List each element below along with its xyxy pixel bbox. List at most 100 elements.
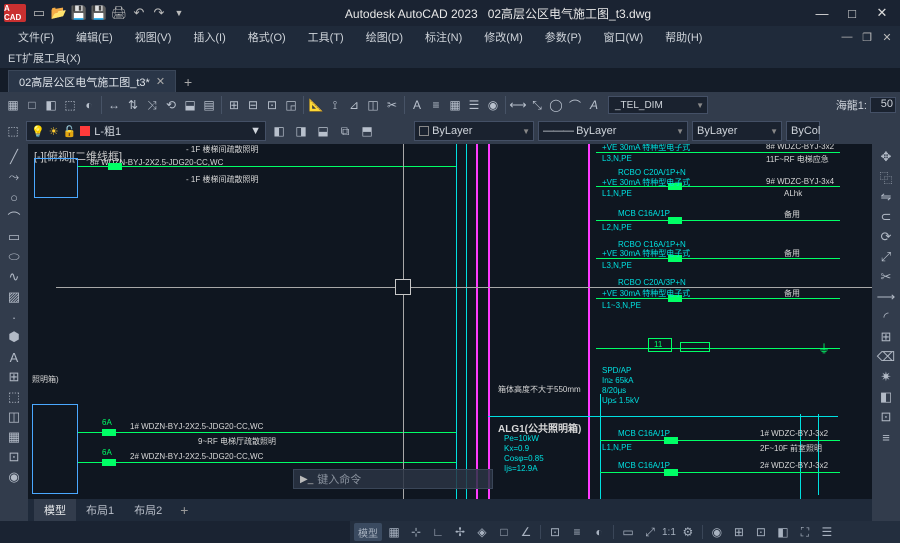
array-icon[interactable]: ⊞: [876, 328, 896, 346]
layer-tool-icon[interactable]: ⬒: [358, 122, 376, 140]
tool-icon[interactable]: ≡: [876, 428, 896, 446]
menu-window[interactable]: 窗口(W): [593, 26, 653, 48]
erase-icon[interactable]: ⌫: [876, 348, 896, 366]
dimstyle-dropdown[interactable]: _TEL_DIM▼: [608, 96, 708, 114]
file-tab-active[interactable]: 02高层公区电气施工图_t3* ✕: [8, 70, 176, 92]
tool-icon[interactable]: ⊿: [345, 96, 363, 114]
new-icon[interactable]: ▭: [30, 4, 48, 22]
tool-icon[interactable]: ⬚: [61, 96, 79, 114]
ortho-icon[interactable]: ∟: [428, 523, 448, 541]
status-icon[interactable]: ⊞: [729, 523, 749, 541]
tool-icon[interactable]: ⟟: [326, 96, 344, 114]
circle-icon[interactable]: ○: [4, 188, 24, 206]
dim-icon[interactable]: ⌒: [566, 96, 584, 114]
menu-draw[interactable]: 绘图(D): [356, 26, 413, 48]
menu-format[interactable]: 格式(O): [238, 26, 296, 48]
polar-icon[interactable]: ✢: [450, 523, 470, 541]
tool-icon[interactable]: 📐: [307, 96, 325, 114]
explode-icon[interactable]: ✷: [876, 368, 896, 386]
close-icon[interactable]: ✕: [868, 3, 896, 23]
undo-icon[interactable]: ↶: [130, 4, 148, 22]
customize-icon[interactable]: ☰: [817, 523, 837, 541]
tool-icon[interactable]: ⊞: [4, 368, 24, 386]
spline-icon[interactable]: ∿: [4, 268, 24, 286]
tool-icon[interactable]: ✂: [383, 96, 401, 114]
tool-icon[interactable]: ⤨: [143, 96, 161, 114]
snap-icon[interactable]: ⊹: [406, 523, 426, 541]
tool-icon[interactable]: ◉: [4, 468, 24, 486]
tab-close-icon[interactable]: ✕: [156, 75, 165, 88]
plotstyle-dropdown[interactable]: ByCol: [786, 121, 820, 141]
layout-tab-1[interactable]: 布局1: [76, 499, 124, 521]
point-icon[interactable]: ·: [4, 308, 24, 326]
tool-icon[interactable]: ◐: [80, 96, 98, 114]
ellipse-icon[interactable]: ⬭: [4, 248, 24, 266]
tool-icon[interactable]: ▤: [200, 96, 218, 114]
menu-modify[interactable]: 修改(M): [474, 26, 533, 48]
sc-icon[interactable]: ⤢: [640, 523, 660, 541]
block-icon[interactable]: ⬢: [4, 328, 24, 346]
layout-add-icon[interactable]: +: [172, 502, 196, 518]
drawing-canvas[interactable]: [-][俯视][二维线框] - 1F 楼梯间疏散照明 8# WDZN-BYJ-2…: [28, 144, 872, 521]
tool-icon[interactable]: ▦: [4, 428, 24, 446]
linetype-dropdown[interactable]: ——— ByLayer▼: [538, 121, 688, 141]
maximize-icon[interactable]: □: [838, 3, 866, 23]
status-icon[interactable]: ⊡: [751, 523, 771, 541]
tool-icon[interactable]: ◫: [364, 96, 382, 114]
menu-insert[interactable]: 插入(I): [183, 26, 235, 48]
menu-et-ext[interactable]: ET扩展工具(X): [8, 50, 81, 66]
tool-icon[interactable]: ◫: [4, 408, 24, 426]
offset-icon[interactable]: ⊂: [876, 208, 896, 226]
layout-tab-model[interactable]: 模型: [34, 499, 76, 521]
minimize-icon[interactable]: ―: [808, 3, 836, 23]
tool-icon[interactable]: ◉: [484, 96, 502, 114]
tool-icon[interactable]: ⊞: [225, 96, 243, 114]
plot-icon[interactable]: 🖨: [110, 4, 128, 22]
dim-icon[interactable]: ⟷: [509, 96, 527, 114]
mdi-restore-icon[interactable]: ❐: [858, 29, 876, 45]
tool-icon[interactable]: ⊟: [244, 96, 262, 114]
lineweight-dropdown[interactable]: ByLayer▼: [692, 121, 782, 141]
menu-help[interactable]: 帮助(H): [655, 26, 712, 48]
grid-icon[interactable]: ▦: [384, 523, 404, 541]
scale-icon[interactable]: ⤢: [876, 248, 896, 266]
rotate-icon[interactable]: ⟳: [876, 228, 896, 246]
tool-icon[interactable]: ⊡: [876, 408, 896, 426]
text-icon[interactable]: A: [4, 348, 24, 366]
status-model[interactable]: 模型: [354, 523, 382, 541]
saveas-icon[interactable]: 💾: [90, 4, 108, 22]
menu-dim[interactable]: 标注(N): [415, 26, 472, 48]
tool-icon[interactable]: A: [408, 96, 426, 114]
menu-file[interactable]: 文件(F): [8, 26, 64, 48]
tool-icon[interactable]: ↔: [105, 96, 123, 114]
tool-icon[interactable]: ◲: [282, 96, 300, 114]
layout-tab-2[interactable]: 布局2: [124, 499, 172, 521]
dyn-icon[interactable]: ⊡: [545, 523, 565, 541]
dim-icon[interactable]: ⤡: [528, 96, 546, 114]
qat-more-icon[interactable]: ▼: [170, 4, 188, 22]
tool-icon[interactable]: ◧: [42, 96, 60, 114]
tool-icon[interactable]: ⇅: [124, 96, 142, 114]
tool-icon[interactable]: ☰: [465, 96, 483, 114]
hatch-icon[interactable]: ▨: [4, 288, 24, 306]
osnap-icon[interactable]: □: [494, 523, 514, 541]
dim-icon[interactable]: ◯: [547, 96, 565, 114]
tool-icon[interactable]: □: [23, 96, 41, 114]
scale-input[interactable]: 50: [870, 97, 896, 113]
tool-icon[interactable]: ◧: [876, 388, 896, 406]
layer-tool-icon[interactable]: ◨: [292, 122, 310, 140]
save-icon[interactable]: 💾: [70, 4, 88, 22]
mdi-min-icon[interactable]: ―: [838, 29, 856, 45]
mdi-close-icon[interactable]: ✕: [878, 29, 896, 45]
arc-icon[interactable]: ⌒: [4, 208, 24, 226]
layer-dropdown[interactable]: 💡 ☀ 🔓 L-粗1 ▼: [26, 121, 266, 141]
mirror-icon[interactable]: ⇋: [876, 188, 896, 206]
rect-icon[interactable]: ▭: [4, 228, 24, 246]
menu-param[interactable]: 参数(P): [535, 26, 592, 48]
extend-icon[interactable]: ⟶: [876, 288, 896, 306]
status-icon[interactable]: ⛶: [795, 523, 815, 541]
lwt-icon[interactable]: ≡: [567, 523, 587, 541]
tool-icon[interactable]: ⟲: [162, 96, 180, 114]
iso-icon[interactable]: ◈: [472, 523, 492, 541]
layer-tool-icon[interactable]: ◧: [270, 122, 288, 140]
